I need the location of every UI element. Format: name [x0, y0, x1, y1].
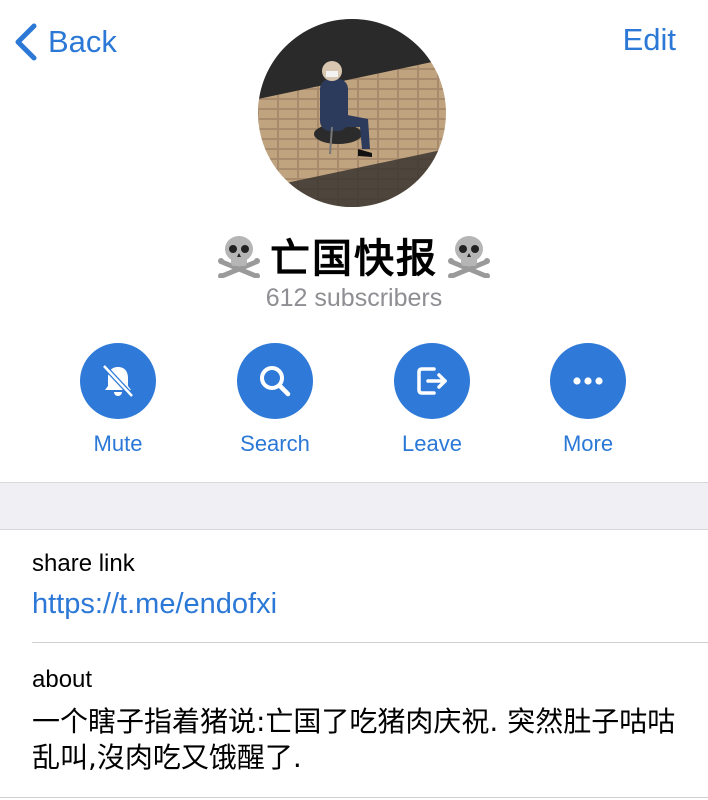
more-label: More	[562, 431, 614, 456]
divider	[32, 642, 708, 643]
edit-button[interactable]: Edit	[623, 22, 676, 58]
leave-label: Leave	[402, 431, 462, 456]
share-link-label: share link	[32, 550, 135, 577]
more-circle	[550, 343, 626, 419]
bell-slash-icon	[102, 364, 134, 398]
share-link-value[interactable]: https://t.me/endofxi	[32, 588, 277, 621]
section-separator	[0, 482, 708, 530]
more-icon	[573, 377, 603, 385]
skull-crossbones-icon	[448, 236, 490, 278]
back-button[interactable]: Back	[12, 20, 117, 64]
bottom-divider	[0, 797, 708, 798]
search-label: Search	[240, 431, 310, 456]
channel-avatar[interactable]	[258, 19, 446, 207]
channel-title: 亡国快报	[270, 236, 438, 282]
leave-button[interactable]: Leave	[377, 343, 487, 457]
subscriber-count: 612 subscribers	[265, 284, 443, 312]
more-button[interactable]: More	[533, 343, 643, 457]
search-circle	[237, 343, 313, 419]
leave-icon	[417, 367, 447, 395]
search-icon	[260, 366, 291, 397]
leave-circle	[394, 343, 470, 419]
mute-button[interactable]: Mute	[63, 343, 173, 457]
about-label: about	[32, 666, 93, 693]
chevron-left-icon	[15, 23, 37, 61]
mute-label: Mute	[93, 431, 143, 456]
avatar-photo	[258, 19, 446, 207]
about-text: 一个瞎子指着猪说:亡国了吃猪肉庆祝. 突然肚子咕咕乱叫,沒肉吃又饿醒了.	[32, 705, 676, 774]
skull-crossbones-icon	[218, 236, 260, 278]
back-label: Back	[48, 24, 117, 59]
search-button[interactable]: Search	[220, 343, 330, 457]
mute-circle	[80, 343, 156, 419]
channel-title-row: 亡国快报	[0, 226, 708, 284]
